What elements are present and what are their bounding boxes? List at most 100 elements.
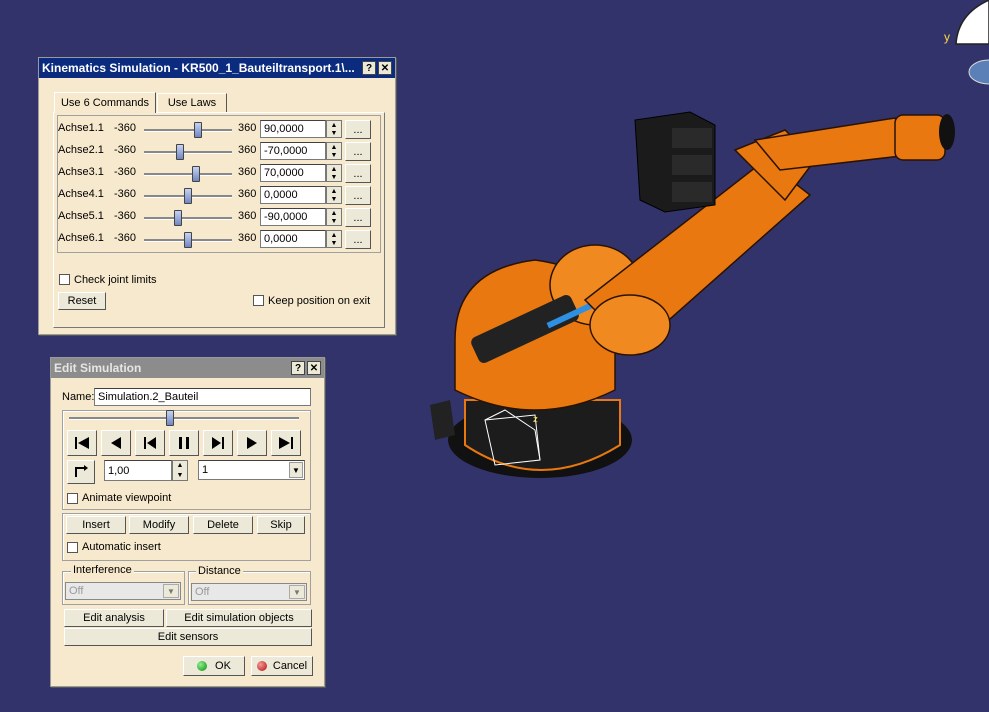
skip-button[interactable]: Skip	[257, 516, 305, 534]
axis-row: Achse1.1 -360 360 90,0000 ▲ ▼...	[58, 119, 376, 139]
down-arrow-icon[interactable]: ▼	[327, 173, 341, 181]
pause-button[interactable]	[169, 430, 199, 456]
up-arrow-icon[interactable]: ▲	[327, 165, 341, 173]
axis-value-field[interactable]: 0,0000	[260, 230, 326, 248]
close-button[interactable]: ✕	[378, 61, 392, 75]
axis-value-field[interactable]: -70,0000	[260, 142, 326, 160]
down-arrow-icon[interactable]: ▼	[327, 151, 341, 159]
axis-spinner[interactable]: ▲ ▼	[326, 142, 342, 160]
check-joint-limits-label: Check joint limits	[74, 274, 157, 286]
down-arrow-icon[interactable]: ▼	[327, 129, 341, 137]
axis-slider-track	[144, 173, 232, 176]
axis-min-label: -360	[114, 166, 137, 178]
down-arrow-icon[interactable]: ▼	[327, 239, 341, 247]
axis-label: Achse5.1	[58, 210, 104, 222]
3d-viewport[interactable]: y x z Kinematics Simulation - KR500_1_Ba…	[0, 0, 989, 712]
axis-label: Achse4.1	[58, 188, 104, 200]
down-arrow-icon[interactable]: ▼	[327, 195, 341, 203]
axis-spinner[interactable]: ▲ ▼	[326, 120, 342, 138]
axis-slider[interactable]	[174, 210, 182, 226]
animate-viewpoint-checkbox[interactable]	[67, 493, 78, 504]
distance-value: Off	[195, 586, 210, 598]
help-button[interactable]: ?	[291, 361, 305, 375]
chevron-down-icon[interactable]: ▼	[289, 585, 305, 599]
interference-select[interactable]: Off ▼	[65, 582, 181, 600]
step-spinner[interactable]: ▲ ▼	[172, 460, 188, 481]
up-arrow-icon[interactable]: ▲	[173, 461, 187, 471]
kinematics-dialog: Kinematics Simulation - KR500_1_Bauteilt…	[38, 57, 396, 335]
keep-position-checkbox[interactable]	[253, 295, 264, 306]
tab-use-laws[interactable]: Use Laws	[157, 93, 227, 112]
axis-max-label: 360	[238, 232, 257, 244]
axis-spinner[interactable]: ▲ ▼	[326, 208, 342, 226]
distance-label: Distance	[196, 565, 243, 577]
compass-y-label: y	[944, 30, 950, 44]
up-arrow-icon[interactable]: ▲	[327, 143, 341, 151]
axis-slider[interactable]	[194, 122, 202, 138]
speed-combo[interactable]: 1 ▼	[198, 460, 305, 480]
insert-button[interactable]: Insert	[66, 516, 126, 534]
axis-slider-track	[144, 129, 232, 132]
axis-more-button[interactable]: ...	[345, 142, 371, 161]
axis-spinner[interactable]: ▲ ▼	[326, 230, 342, 248]
kinematics-titlebar[interactable]: Kinematics Simulation - KR500_1_Bauteilt…	[39, 58, 395, 78]
delete-button[interactable]: Delete	[193, 516, 253, 534]
help-button[interactable]: ?	[362, 61, 376, 75]
step-value-field[interactable]: 1,00	[104, 460, 172, 481]
timeline-slider[interactable]	[166, 410, 174, 426]
axis-spinner[interactable]: ▲ ▼	[326, 164, 342, 182]
axis-slider[interactable]	[184, 232, 192, 248]
modify-button[interactable]: Modify	[129, 516, 189, 534]
axis-row: Achse2.1 -360 360 -70,0000 ▲ ▼...	[58, 141, 376, 161]
axis-value-field[interactable]: 0,0000	[260, 186, 326, 204]
axis-row: Achse3.1 -360 360 70,0000 ▲ ▼...	[58, 163, 376, 183]
axis-value-field[interactable]: 70,0000	[260, 164, 326, 182]
axis-spinner[interactable]: ▲ ▼	[326, 186, 342, 204]
loop-mode-button[interactable]	[67, 460, 95, 484]
play-backward-button[interactable]	[101, 430, 131, 456]
cancel-button[interactable]: Cancel	[251, 656, 313, 676]
axis-more-button[interactable]: ...	[345, 120, 371, 139]
check-joint-limits-checkbox[interactable]	[59, 274, 70, 285]
axis-value-field[interactable]: 90,0000	[260, 120, 326, 138]
step-forward-button[interactable]	[203, 430, 233, 456]
ok-icon	[197, 661, 208, 671]
axis-more-button[interactable]: ...	[345, 164, 371, 183]
up-arrow-icon[interactable]: ▲	[327, 209, 341, 217]
ok-button[interactable]: OK	[183, 656, 245, 676]
down-arrow-icon[interactable]: ▼	[173, 471, 187, 481]
name-field[interactable]: Simulation.2_Bauteil	[94, 388, 311, 406]
chevron-down-icon[interactable]: ▼	[289, 462, 303, 478]
interference-value: Off	[69, 585, 84, 597]
edit-simulation-objects-button[interactable]: Edit simulation objects	[166, 609, 312, 627]
step-backward-button[interactable]	[135, 430, 165, 456]
axis-max-label: 360	[238, 144, 257, 156]
edit-simulation-dialog: Edit Simulation ? ✕ Name: Simulation.2_B…	[50, 357, 325, 687]
close-button[interactable]: ✕	[307, 361, 321, 375]
axis-slider[interactable]	[176, 144, 184, 160]
jump-to-start-button[interactable]	[67, 430, 97, 456]
up-arrow-icon[interactable]: ▲	[327, 231, 341, 239]
robot-model[interactable]: z	[425, 100, 970, 510]
axis-value-field[interactable]: -90,0000	[260, 208, 326, 226]
edit-sensors-button[interactable]: Edit sensors	[64, 628, 312, 646]
tab-use-6-commands[interactable]: Use 6 Commands	[54, 92, 156, 113]
edit-simulation-titlebar[interactable]: Edit Simulation ? ✕	[51, 358, 324, 378]
up-arrow-icon[interactable]: ▲	[327, 121, 341, 129]
edit-analysis-button[interactable]: Edit analysis	[64, 609, 164, 627]
axis-more-button[interactable]: ...	[345, 208, 371, 227]
reset-button[interactable]: Reset	[58, 292, 106, 310]
axis-slider[interactable]	[184, 188, 192, 204]
up-arrow-icon[interactable]: ▲	[327, 187, 341, 195]
axis-slider[interactable]	[192, 166, 200, 182]
jump-to-end-button[interactable]	[271, 430, 301, 456]
cancel-icon	[256, 661, 267, 671]
distance-select[interactable]: Off ▼	[191, 583, 307, 601]
axis-max-label: 360	[238, 166, 257, 178]
axis-more-button[interactable]: ...	[345, 186, 371, 205]
chevron-down-icon[interactable]: ▼	[163, 584, 179, 598]
automatic-insert-checkbox[interactable]	[67, 542, 78, 553]
play-forward-button[interactable]	[237, 430, 267, 456]
down-arrow-icon[interactable]: ▼	[327, 217, 341, 225]
axis-more-button[interactable]: ...	[345, 230, 371, 249]
